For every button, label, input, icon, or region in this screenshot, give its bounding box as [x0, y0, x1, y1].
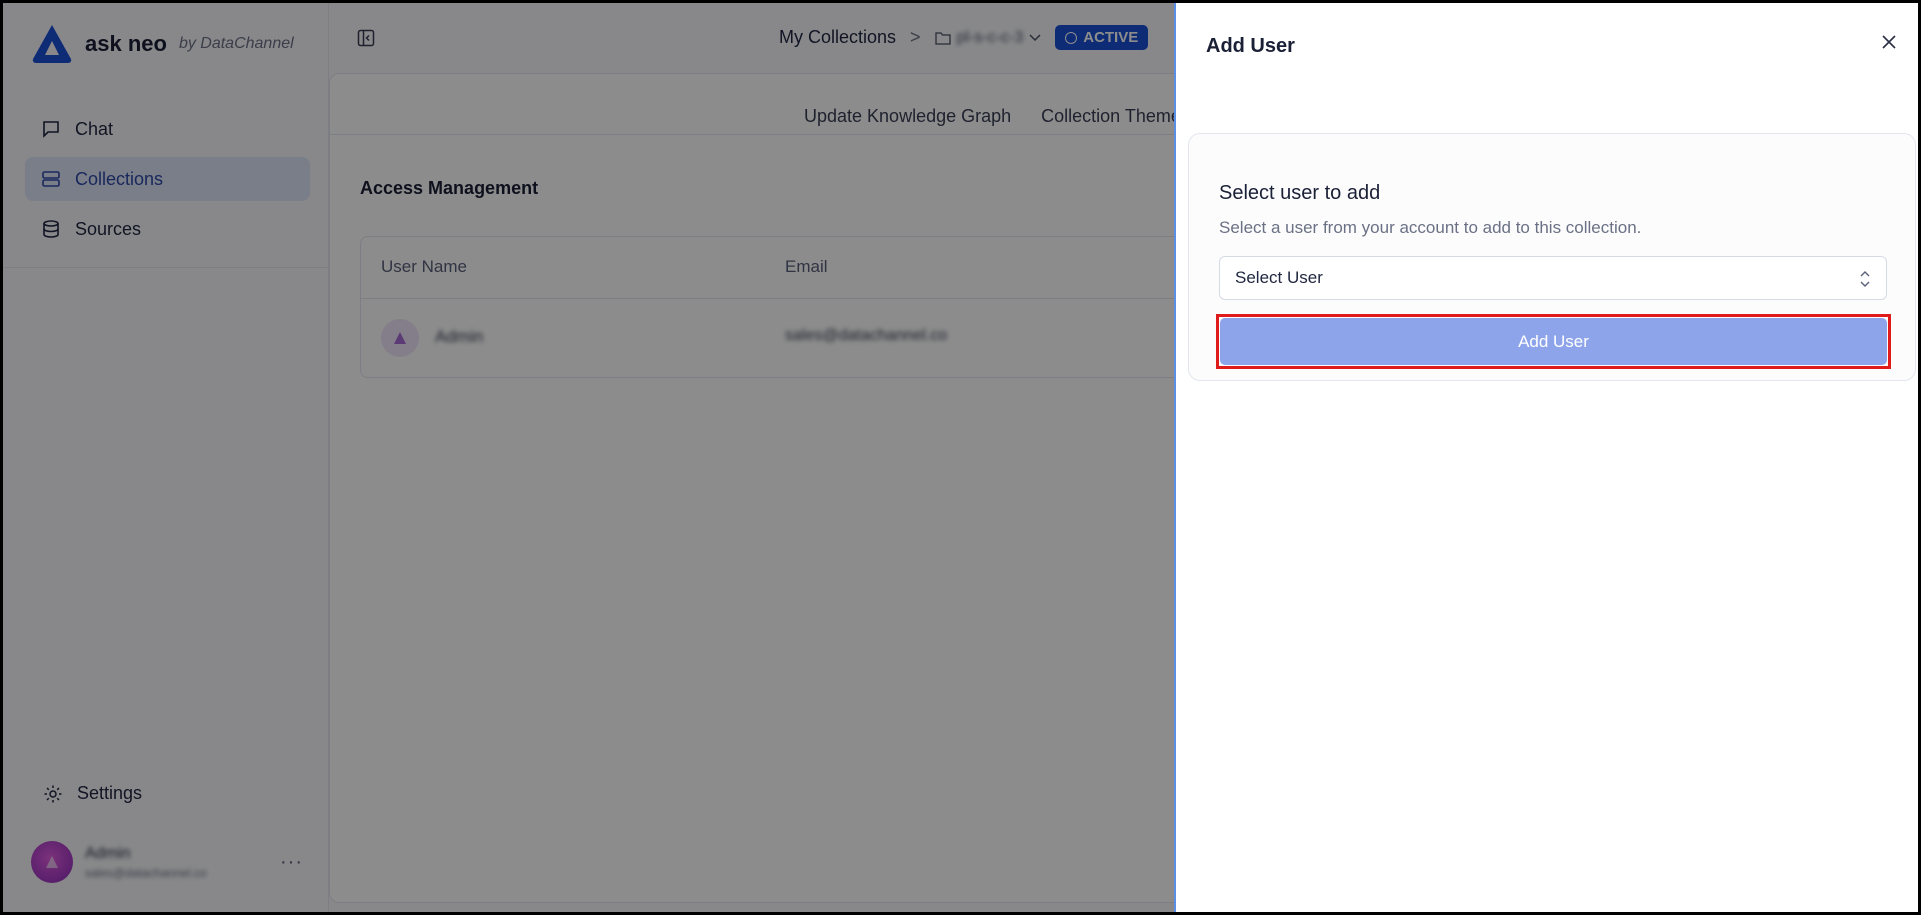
user-select-value: Select User — [1235, 268, 1323, 287]
user-select[interactable]: Select User — [1219, 256, 1887, 300]
card-heading: Select user to add — [1219, 182, 1381, 204]
panel-title: Add User — [1206, 35, 1295, 57]
screen: ask neo by DataChannel Chat Collections … — [0, 0, 1921, 915]
close-icon[interactable] — [1878, 31, 1900, 53]
add-user-card: Select user to add Select a user from yo… — [1188, 133, 1916, 381]
chevron-up-down-icon — [1860, 271, 1870, 287]
app: ask neo by DataChannel Chat Collections … — [3, 3, 1918, 912]
add-user-panel: Add User Select user to add Select a use… — [1174, 3, 1918, 912]
card-description: Select a user from your account to add t… — [1219, 218, 1642, 237]
add-user-button[interactable]: Add User — [1220, 318, 1887, 365]
add-user-button-highlight: Add User — [1216, 314, 1891, 369]
modal-backdrop[interactable] — [3, 3, 1174, 912]
